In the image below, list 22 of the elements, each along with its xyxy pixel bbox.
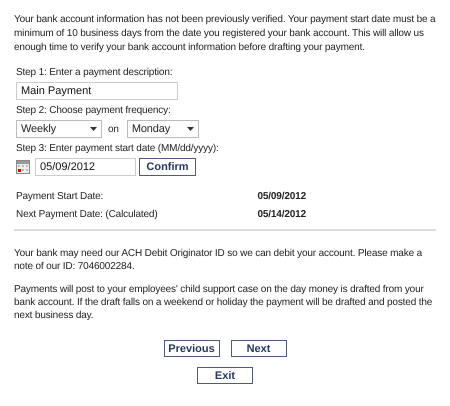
field-label: Step 2: Choose payment frequency: bbox=[16, 104, 172, 117]
dropdown[interactable]: Weekly bbox=[16, 120, 102, 138]
description-field[interactable]: Main Payment bbox=[16, 82, 178, 100]
joiner-text: on bbox=[108, 124, 119, 134]
exit-button[interactable]: Exit bbox=[197, 367, 253, 384]
caret-icon bbox=[186, 127, 194, 131]
summary-value: 05/14/2012 bbox=[257, 208, 306, 222]
note-text: Payments will post to your employees' child support case on the day money is drafted from your bank account. If the draft falls on a weekend or holiday the payment will be drafted and posted the next business day. bbox=[14, 283, 434, 322]
caret-icon bbox=[90, 127, 97, 131]
nav-button[interactable]: Previous bbox=[164, 340, 220, 357]
intro-text: Your bank account information has not been previously verified. Your payment start date must be a minimum of 10 business days from the date you registered your bank account. This will allow us enough time to verify your bank account information before drafting your payment. bbox=[14, 13, 436, 55]
field-label: Step 3: Enter payment start date (MM/dd/yyyy): bbox=[16, 142, 220, 155]
confirm-button[interactable]: Confirm bbox=[139, 158, 196, 176]
nav-button[interactable]: Next bbox=[230, 340, 286, 357]
summary-label: Next Payment Date: (Calculated) bbox=[16, 208, 158, 222]
date-field[interactable]: 05/09/2012 bbox=[35, 158, 136, 176]
summary-label: Payment Start Date: bbox=[16, 190, 104, 204]
note-text: Your bank may need our ACH Debit Originator ID so we can debit your account. Please make a note of our ID: 7046002284. bbox=[14, 247, 424, 273]
calendar-icon[interactable] bbox=[16, 160, 30, 174]
dropdown[interactable]: Monday bbox=[126, 120, 199, 138]
field-label: Step 1: Enter a payment description: bbox=[16, 66, 174, 79]
summary-value: 05/09/2012 bbox=[257, 190, 306, 204]
